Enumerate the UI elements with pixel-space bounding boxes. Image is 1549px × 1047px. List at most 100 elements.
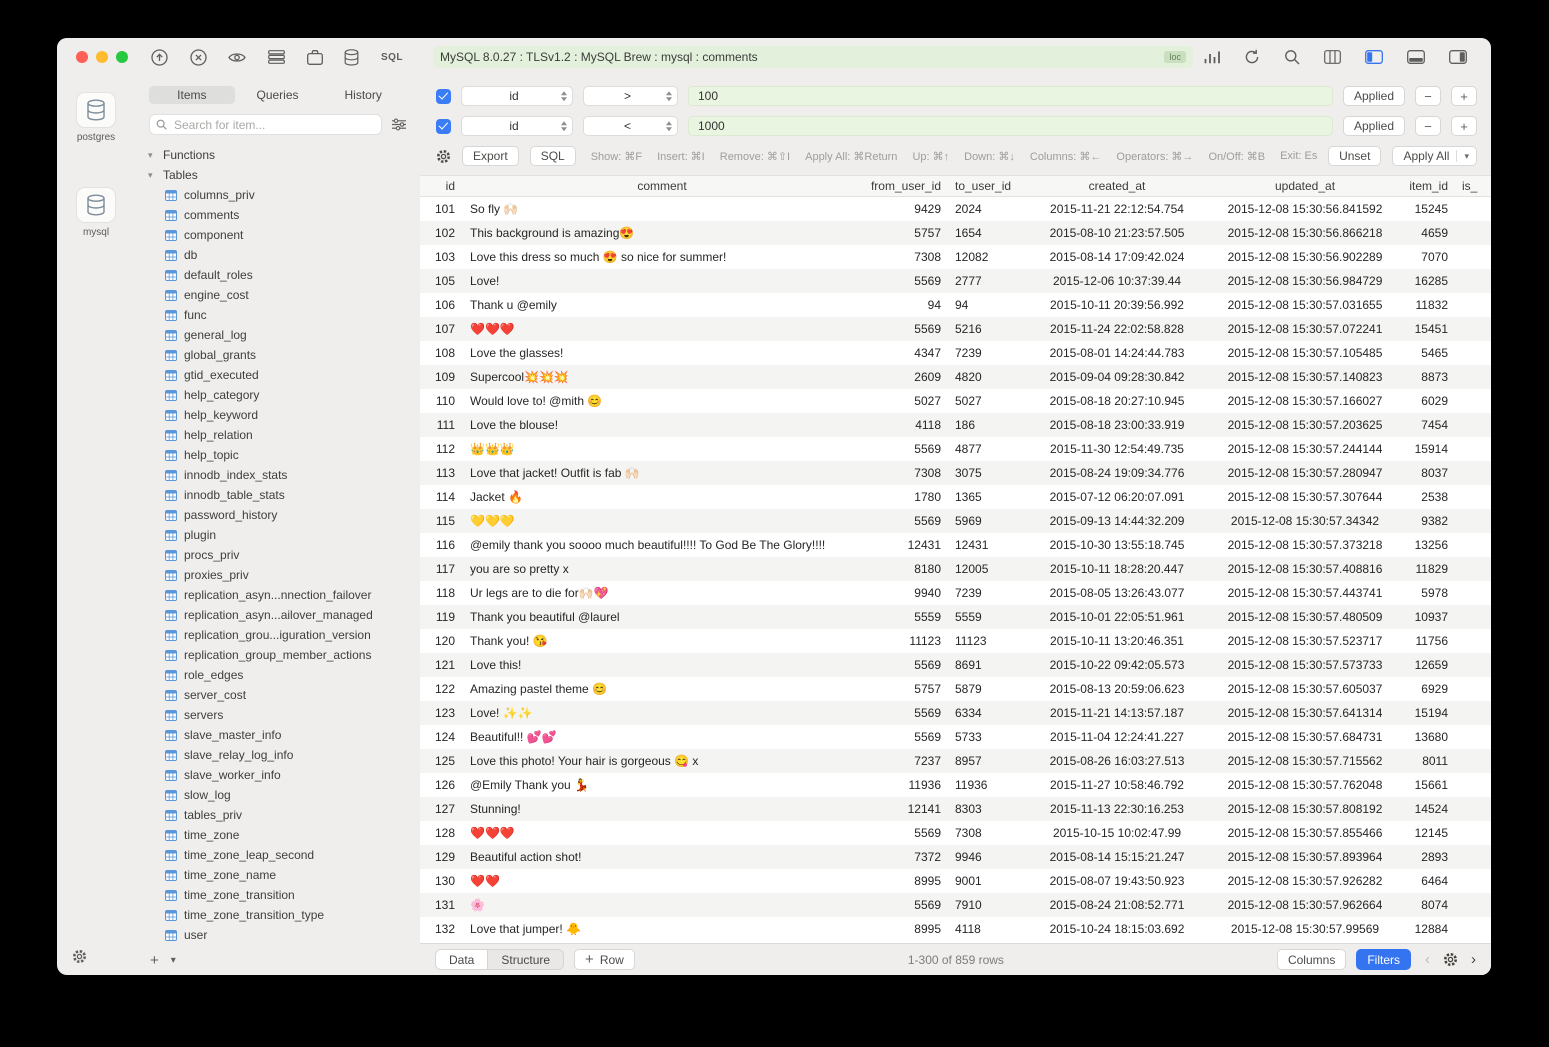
sidebar-table-item[interactable]: func bbox=[135, 305, 420, 325]
table-row[interactable]: 130 ❤️❤️ 8995 9001 2015-08-07 19:43:50.9… bbox=[420, 869, 1491, 893]
database-icon[interactable] bbox=[344, 49, 359, 66]
sidebar-table-item[interactable]: proxies_priv bbox=[135, 565, 420, 585]
sidebar-table-item[interactable]: slow_log bbox=[135, 785, 420, 805]
connect-icon[interactable] bbox=[151, 49, 168, 66]
sidebar-table-item[interactable]: engine_cost bbox=[135, 285, 420, 305]
table-row[interactable]: 107 ❤️❤️❤️ 5569 5216 2015-11-24 22:02:58… bbox=[420, 317, 1491, 341]
sidebar-table-item[interactable]: time_zone bbox=[135, 825, 420, 845]
table-row[interactable]: 128 ❤️❤️❤️ 5569 7308 2015-10-15 10:02:47… bbox=[420, 821, 1491, 845]
search-box[interactable] bbox=[149, 114, 382, 135]
filter-checkbox[interactable] bbox=[436, 89, 451, 104]
filter-sliders-icon[interactable] bbox=[391, 118, 407, 131]
sidebar-table-item[interactable]: help_relation bbox=[135, 425, 420, 445]
add-item-chevron-icon[interactable]: ▾ bbox=[171, 955, 176, 966]
table-settings-gear-icon[interactable] bbox=[1443, 952, 1458, 967]
table-row[interactable]: 129 Beautiful action shot! 7372 9946 201… bbox=[420, 845, 1491, 869]
sidebar-table-item[interactable]: procs_priv bbox=[135, 545, 420, 565]
sidebar-table-item[interactable]: replication_asyn...ailover_managed bbox=[135, 605, 420, 625]
columns-button[interactable]: Columns bbox=[1277, 949, 1346, 970]
column-header-comment[interactable]: comment bbox=[462, 176, 862, 196]
column-header-id[interactable]: id bbox=[420, 176, 462, 196]
filter-settings-gear-icon[interactable] bbox=[436, 149, 451, 164]
filter-operator-select[interactable]: < bbox=[583, 116, 678, 136]
safe-mode-icon[interactable] bbox=[307, 50, 323, 65]
applied-button[interactable]: Applied bbox=[1343, 86, 1405, 106]
sidebar-table-item[interactable]: help_category bbox=[135, 385, 420, 405]
column-header-item-id[interactable]: item_id bbox=[1398, 176, 1456, 196]
table-row[interactable]: 119 Thank you beautiful @laurel 5559 555… bbox=[420, 605, 1491, 629]
eye-icon[interactable] bbox=[228, 51, 246, 64]
table-row[interactable]: 112 👑👑👑 5569 4877 2015-11-30 12:54:49.73… bbox=[420, 437, 1491, 461]
sidebar-table-item[interactable]: slave_master_info bbox=[135, 725, 420, 745]
sidebar-table-item[interactable]: server_cost bbox=[135, 685, 420, 705]
table-row[interactable]: 123 Love! ✨✨ 5569 6334 2015-11-21 14:13:… bbox=[420, 701, 1491, 725]
sidebar-table-item[interactable]: time_zone_transition_type bbox=[135, 905, 420, 925]
column-header-to-user-id[interactable]: to_user_id bbox=[947, 176, 1022, 196]
table-row[interactable]: 103 Love this dress so much 😍 so nice fo… bbox=[420, 245, 1491, 269]
sidebar-table-item[interactable]: plugin bbox=[135, 525, 420, 545]
sidebar-table-item[interactable]: comments bbox=[135, 205, 420, 225]
sidebar-table-item[interactable]: replication_group_member_actions bbox=[135, 645, 420, 665]
table-row[interactable]: 106 Thank u @emily 94 94 2015-10-11 20:3… bbox=[420, 293, 1491, 317]
chart-icon[interactable] bbox=[1204, 50, 1220, 64]
zoom-button[interactable] bbox=[116, 51, 128, 63]
refresh-icon[interactable] bbox=[1244, 49, 1260, 65]
sql-editor-icon[interactable]: SQL bbox=[381, 52, 403, 63]
table-row[interactable]: 109 Supercool💥💥💥 2609 4820 2015-09-04 09… bbox=[420, 365, 1491, 389]
filter-value-input[interactable] bbox=[688, 116, 1333, 136]
toggle-right-panel-icon[interactable] bbox=[1449, 50, 1467, 64]
table-row[interactable]: 126 @Emily Thank you 💃 11936 11936 2015-… bbox=[420, 773, 1491, 797]
filter-operator-select[interactable]: > bbox=[583, 86, 678, 106]
filter-value-input[interactable] bbox=[688, 86, 1333, 106]
applied-button[interactable]: Applied bbox=[1343, 116, 1405, 136]
filter-checkbox[interactable] bbox=[436, 119, 451, 134]
tab-items[interactable]: Items bbox=[149, 86, 235, 104]
add-item-button[interactable]: + bbox=[150, 953, 159, 968]
remove-filter-button[interactable]: − bbox=[1415, 86, 1441, 106]
table-row[interactable]: 115 💛💛💛 5569 5969 2015-09-13 14:44:32.20… bbox=[420, 509, 1491, 533]
table-row[interactable]: 121 Love this! 5569 8691 2015-10-22 09:4… bbox=[420, 653, 1491, 677]
column-header-created-at[interactable]: created_at bbox=[1022, 176, 1212, 196]
tab-history[interactable]: History bbox=[320, 86, 406, 104]
table-row[interactable]: 118 Ur legs are to die for🙌🏻💖 9940 7239 … bbox=[420, 581, 1491, 605]
add-filter-button[interactable]: + bbox=[1451, 116, 1477, 136]
table-row[interactable]: 120 Thank you! 😘 11123 11123 2015-10-11 … bbox=[420, 629, 1491, 653]
sidebar-table-item[interactable]: time_zone_name bbox=[135, 865, 420, 885]
sidebar-table-item[interactable]: time_zone_transition bbox=[135, 885, 420, 905]
filter-column-select[interactable]: id bbox=[461, 116, 573, 136]
columns-width-icon[interactable] bbox=[1324, 50, 1341, 64]
previous-page-icon[interactable]: ‹ bbox=[1425, 952, 1430, 967]
sidebar-table-item[interactable]: role_edges bbox=[135, 665, 420, 685]
table-row[interactable]: 132 Love that jumper! 🐥 8995 4118 2015-1… bbox=[420, 917, 1491, 941]
table-row[interactable]: 110 Would love to! @mith 😊 5027 5027 201… bbox=[420, 389, 1491, 413]
column-header-is[interactable]: is_ bbox=[1456, 176, 1491, 196]
tab-data[interactable]: Data bbox=[436, 950, 488, 969]
close-button[interactable] bbox=[76, 51, 88, 63]
connection-mysql[interactable]: mysql bbox=[76, 187, 116, 238]
tab-queries[interactable]: Queries bbox=[235, 86, 321, 104]
tree-group-functions[interactable]: ▾ Functions bbox=[135, 145, 420, 165]
sidebar-table-item[interactable]: innodb_table_stats bbox=[135, 485, 420, 505]
table-row[interactable]: 105 Love! 5569 2777 2015-12-06 10:37:39.… bbox=[420, 269, 1491, 293]
sidebar-table-item[interactable]: help_keyword bbox=[135, 405, 420, 425]
sidebar-table-item[interactable]: db bbox=[135, 245, 420, 265]
remove-filter-button[interactable]: − bbox=[1415, 116, 1441, 136]
sidebar-table-item[interactable]: innodb_index_stats bbox=[135, 465, 420, 485]
next-page-icon[interactable]: › bbox=[1471, 952, 1476, 967]
table-row[interactable]: 101 So fly 🙌🏻 9429 2024 2015-11-21 22:12… bbox=[420, 197, 1491, 221]
add-filter-button[interactable]: + bbox=[1451, 86, 1477, 106]
add-row-button[interactable]: + Row bbox=[574, 949, 635, 970]
disconnect-icon[interactable] bbox=[190, 49, 207, 66]
tab-structure[interactable]: Structure bbox=[488, 950, 563, 969]
sidebar-table-item[interactable]: columns_priv bbox=[135, 185, 420, 205]
toggle-left-panel-icon[interactable] bbox=[1365, 50, 1383, 64]
column-header-updated-at[interactable]: updated_at bbox=[1212, 176, 1398, 196]
tree-group-tables[interactable]: ▾ Tables bbox=[135, 165, 420, 185]
table-row[interactable]: 111 Love the blouse! 4118 186 2015-08-18… bbox=[420, 413, 1491, 437]
sidebar-table-item[interactable]: slave_worker_info bbox=[135, 765, 420, 785]
minimize-button[interactable] bbox=[96, 51, 108, 63]
table-row[interactable]: 131 🌸 5569 7910 2015-08-24 21:08:52.771 … bbox=[420, 893, 1491, 917]
sidebar-table-item[interactable]: time_zone_leap_second bbox=[135, 845, 420, 865]
sidebar-table-item[interactable]: tables_priv bbox=[135, 805, 420, 825]
column-header-from-user-id[interactable]: from_user_id bbox=[862, 176, 947, 196]
